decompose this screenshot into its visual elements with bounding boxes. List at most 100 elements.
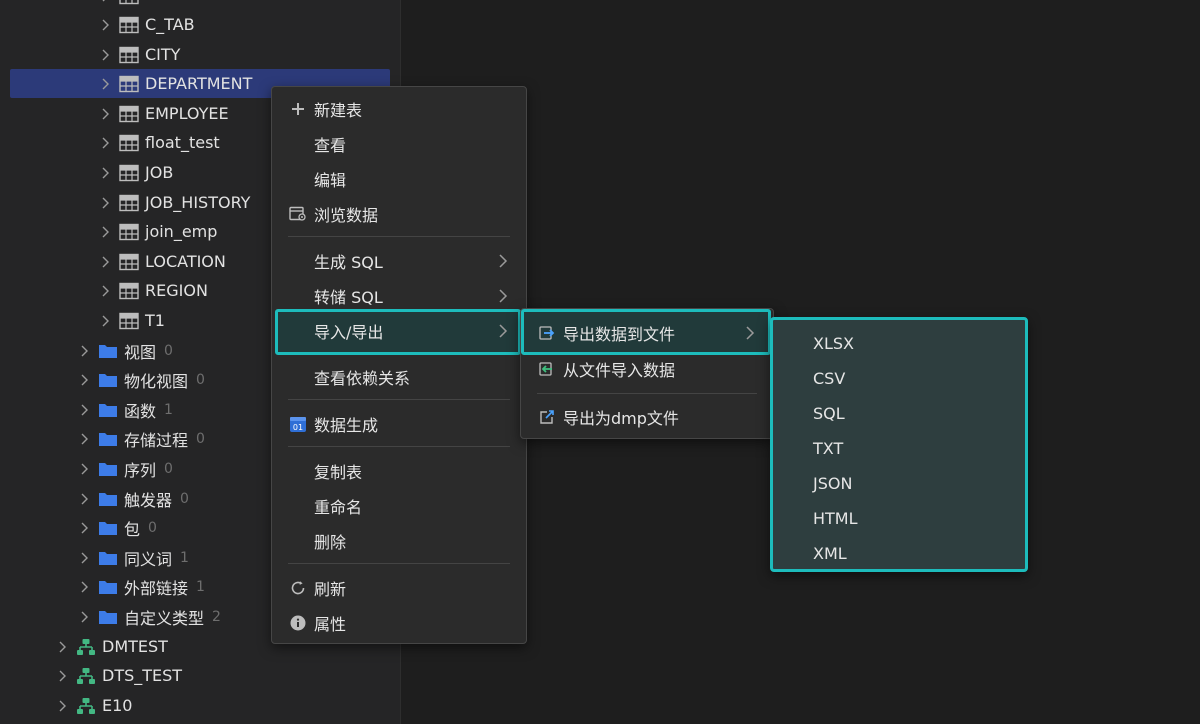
- tree-item-table[interactable]: [0, 0, 400, 10]
- tree-item-label: 外部链接: [124, 578, 189, 598]
- chevron-right-icon[interactable]: [99, 77, 113, 91]
- chevron-right-icon[interactable]: [56, 640, 70, 654]
- menu-item-view[interactable]: 查看: [272, 128, 526, 160]
- menu-item-label: 查看依赖关系: [314, 369, 411, 388]
- folder-icon: [98, 430, 118, 448]
- tree-item-label: 触发器: [124, 490, 173, 510]
- menu-item-label: 重命名: [314, 498, 363, 517]
- tree-item-table[interactable]: CITY: [0, 40, 400, 69]
- menu-item-edit[interactable]: 编辑: [272, 163, 526, 195]
- menu-item-label: 从文件导入数据: [563, 361, 676, 380]
- format-option[interactable]: JSON: [773, 467, 1025, 499]
- table-icon: [119, 253, 139, 271]
- chevron-right-icon[interactable]: [78, 521, 92, 535]
- menu-item-export-dmp[interactable]: 导出为dmp文件: [521, 401, 773, 433]
- chevron-right-icon[interactable]: [78, 432, 92, 446]
- tree-item-label: EMPLOYEE: [145, 104, 229, 123]
- tree-item-table[interactable]: C_TAB: [0, 10, 400, 39]
- folder-icon: [98, 519, 118, 537]
- table-icon: [119, 0, 139, 5]
- tree-item-label: 包: [124, 519, 141, 539]
- tree-item-label: E10: [102, 696, 133, 715]
- chevron-right-icon[interactable]: [78, 580, 92, 594]
- chevron-right-icon[interactable]: [99, 284, 113, 298]
- menu-item-view-dependencies[interactable]: 查看依赖关系: [272, 361, 526, 393]
- chevron-right-icon[interactable]: [99, 0, 113, 3]
- folder-icon: [98, 578, 118, 596]
- format-option[interactable]: TXT: [773, 432, 1025, 464]
- chevron-right-icon[interactable]: [78, 373, 92, 387]
- tree-item-label: REGION: [145, 281, 208, 300]
- chevron-right-icon[interactable]: [78, 462, 92, 476]
- refresh-icon: [288, 578, 308, 598]
- format-option[interactable]: XLSX: [773, 327, 1025, 359]
- tree-item-label: C_TAB: [145, 15, 195, 34]
- folder-icon: [98, 608, 118, 626]
- chevron-right-icon[interactable]: [99, 136, 113, 150]
- menu-separator: [537, 393, 757, 394]
- format-option[interactable]: HTML: [773, 502, 1025, 534]
- chevron-right-icon[interactable]: [99, 107, 113, 121]
- tree-item-label: DEPARTMENT: [145, 74, 253, 93]
- table-icon: [119, 223, 139, 241]
- chevron-right-icon: [499, 289, 508, 303]
- chevron-right-icon[interactable]: [78, 610, 92, 624]
- schema-icon: [76, 667, 96, 685]
- chevron-right-icon[interactable]: [99, 314, 113, 328]
- menu-item-generate-sql[interactable]: 生成 SQL: [272, 245, 526, 277]
- tree-item-count: 0: [196, 430, 205, 447]
- menu-item-export-to-file[interactable]: 导出数据到文件: [521, 317, 773, 349]
- folder-icon: [98, 342, 118, 360]
- tree-item-label: 视图: [124, 342, 157, 362]
- chevron-right-icon[interactable]: [99, 255, 113, 269]
- share-export-icon: [537, 407, 557, 427]
- tree-item-label: LOCATION: [145, 252, 226, 271]
- chevron-right-icon[interactable]: [99, 18, 113, 32]
- menu-item-data-generation[interactable]: 01 数据生成: [272, 408, 526, 440]
- chevron-right-icon[interactable]: [99, 196, 113, 210]
- tree-item-label: DTS_TEST: [102, 666, 183, 685]
- menu-item-import-export[interactable]: 导入/导出: [272, 315, 526, 347]
- menu-item-browse-data[interactable]: 浏览数据: [272, 198, 526, 230]
- menu-item-copy-table[interactable]: 复制表: [272, 455, 526, 487]
- chevron-right-icon[interactable]: [56, 699, 70, 713]
- tree-item-schema[interactable]: DTS_TEST: [0, 661, 400, 690]
- table-icon: [119, 105, 139, 123]
- tree-item-label: JOB_HISTORY: [145, 193, 251, 212]
- chevron-right-icon[interactable]: [78, 403, 92, 417]
- info-icon: [288, 613, 308, 633]
- menu-item-dump-sql[interactable]: 转储 SQL: [272, 280, 526, 312]
- menu-item-import-from-file[interactable]: 从文件导入数据: [521, 353, 773, 385]
- tree-item-count: 0: [148, 519, 157, 536]
- folder-icon: [98, 549, 118, 567]
- menu-item-properties[interactable]: 属性: [272, 607, 526, 639]
- menu-item-rename[interactable]: 重命名: [272, 490, 526, 522]
- chevron-right-icon[interactable]: [78, 551, 92, 565]
- tree-item-count: 2: [212, 608, 221, 625]
- chevron-right-icon[interactable]: [99, 48, 113, 62]
- tree-item-schema[interactable]: E10: [0, 691, 400, 720]
- tree-item-label: 序列: [124, 460, 157, 480]
- chevron-right-icon[interactable]: [99, 225, 113, 239]
- chevron-right-icon[interactable]: [99, 166, 113, 180]
- chevron-right-icon[interactable]: [56, 669, 70, 683]
- chevron-right-icon[interactable]: [78, 492, 92, 506]
- table-icon: [119, 75, 139, 93]
- menu-item-new-table[interactable]: 新建表: [272, 93, 526, 125]
- export-format-submenu: XLSX CSV SQL TXT JSON HTML XML: [770, 317, 1028, 572]
- chevron-right-icon: [499, 254, 508, 268]
- menu-item-delete[interactable]: 删除: [272, 525, 526, 557]
- format-option-label: SQL: [813, 403, 845, 423]
- chevron-right-icon: [499, 324, 508, 338]
- format-option-label: JSON: [813, 473, 853, 493]
- format-option[interactable]: SQL: [773, 397, 1025, 429]
- format-option[interactable]: CSV: [773, 362, 1025, 394]
- chevron-right-icon[interactable]: [78, 344, 92, 358]
- menu-item-label: 属性: [314, 615, 347, 634]
- tree-item-label: CITY: [145, 45, 181, 64]
- menu-item-refresh[interactable]: 刷新: [272, 572, 526, 604]
- tree-item-label: 自定义类型: [124, 608, 205, 628]
- format-option[interactable]: XML: [773, 537, 1025, 569]
- table-icon: [119, 16, 139, 34]
- tree-item-count: 1: [180, 549, 189, 566]
